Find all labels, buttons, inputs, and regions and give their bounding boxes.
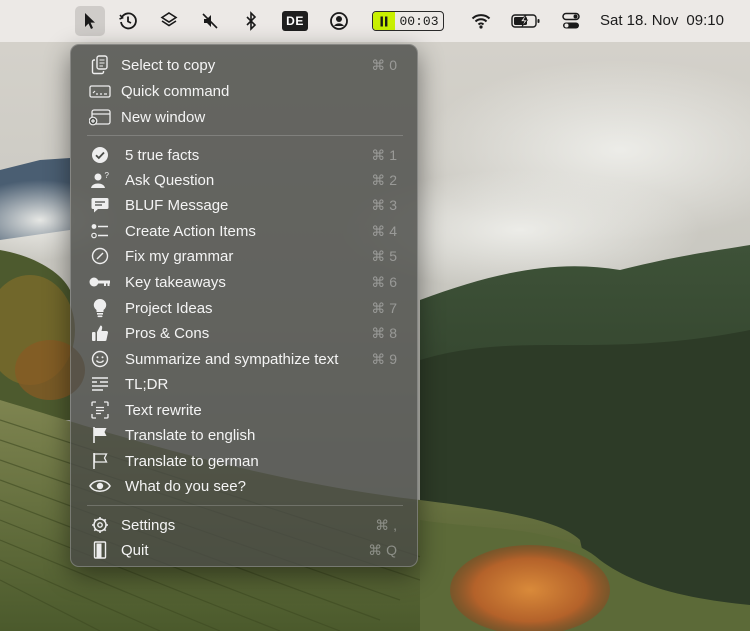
command-prompt-icon <box>89 80 111 102</box>
menubar-date: Sat 18. Nov <box>600 12 679 29</box>
pause-icon[interactable] <box>373 12 395 30</box>
menu-item-5-true-facts[interactable]: 5 true facts ⌘ 1 <box>79 143 411 167</box>
thumbs-up-icon <box>89 322 111 344</box>
text-lines-icon <box>89 373 111 395</box>
menu-item-tldr[interactable]: TL;DR <box>79 372 411 396</box>
menu-bar: DE 00:03 Sat 18. Nov 09:10 <box>0 0 750 42</box>
text-scan-icon <box>89 399 111 421</box>
menu-item-project-ideas[interactable]: Project Ideas ⌘ 7 <box>79 296 411 320</box>
menu-item-label: Translate to english <box>125 426 256 444</box>
person-question-icon: ? <box>89 169 111 191</box>
menu-item-quit[interactable]: Quit ⌘ Q <box>79 538 411 562</box>
menu-item-shortcut: ⌘ 1 <box>371 146 397 163</box>
eye-icon <box>89 475 111 497</box>
menu-item-shortcut: ⌘ 3 <box>371 196 397 213</box>
menu-item-label: Create Action Items <box>125 222 256 240</box>
menu-item-label: Quick command <box>121 82 230 100</box>
flag-filled-icon <box>89 424 111 446</box>
checkmark-circle-icon <box>89 144 111 166</box>
menu-item-summarize-and-sympathize[interactable]: Summarize and sympathize text ⌘ 9 <box>79 347 411 371</box>
menu-item-shortcut: ⌘ 4 <box>371 222 397 239</box>
menu-item-label: Ask Question <box>125 171 215 189</box>
menu-item-label: Pros & Cons <box>125 324 210 342</box>
menu-item-ask-question[interactable]: ? Ask Question ⌘ 2 <box>79 168 411 192</box>
menu-item-label: 5 true facts <box>125 146 200 164</box>
keyboard-layout-badge[interactable]: DE <box>282 11 308 31</box>
menu-item-label: Summarize and sympathize text <box>125 350 339 368</box>
layers-icon[interactable] <box>154 6 184 36</box>
user-account-icon[interactable] <box>324 6 354 36</box>
menu-item-shortcut: ⌘ 8 <box>371 324 397 341</box>
menu-item-translate-to-german[interactable]: Translate to german <box>79 449 411 473</box>
menu-item-shortcut: ⌘ Q <box>368 541 397 558</box>
menu-item-shortcut: ⌘ 5 <box>371 247 397 264</box>
menu-item-label: Fix my grammar <box>125 247 234 265</box>
message-bubble-icon <box>89 194 111 216</box>
timer-widget[interactable]: 00:03 <box>372 11 444 31</box>
menu-item-label: Translate to german <box>125 452 259 470</box>
menu-item-key-takeaways[interactable]: Key takeaways ⌘ 6 <box>79 270 411 294</box>
menu-item-label: BLUF Message <box>125 196 229 214</box>
menu-item-settings[interactable]: Settings ⌘ , <box>79 513 411 537</box>
menu-item-text-rewrite[interactable]: Text rewrite <box>79 398 411 422</box>
timer-value: 00:03 <box>399 13 439 29</box>
menu-item-label: Key takeaways <box>125 273 226 291</box>
menu-item-what-do-you-see[interactable]: What do you see? <box>79 474 411 498</box>
menubar-time: 09:10 <box>686 12 724 29</box>
menu-item-shortcut: ⌘ 6 <box>371 273 397 290</box>
menu-separator <box>87 135 403 136</box>
menu-item-fix-my-grammar[interactable]: Fix my grammar ⌘ 5 <box>79 244 411 268</box>
quit-door-icon <box>89 539 111 561</box>
new-window-icon <box>89 106 111 128</box>
flag-outline-icon <box>89 450 111 472</box>
menu-item-new-window[interactable]: New window <box>79 105 411 129</box>
mute-icon[interactable] <box>195 6 225 36</box>
key-icon <box>89 271 111 293</box>
menu-item-label: Project Ideas <box>125 299 213 317</box>
menubar-clock[interactable]: Sat 18. Nov 09:10 <box>600 12 736 29</box>
menu-item-label: Settings <box>121 516 176 534</box>
smiley-icon <box>89 348 111 370</box>
menu-item-label: Select to copy <box>121 56 216 74</box>
menu-item-label: New window <box>121 108 206 126</box>
menu-item-shortcut: ⌘ 0 <box>371 56 397 73</box>
menu-item-label: TL;DR <box>125 375 169 393</box>
slash-circle-icon <box>89 245 111 267</box>
gear-icon <box>89 514 111 536</box>
menu-item-quick-command[interactable]: Quick command <box>79 79 411 103</box>
svg-text:?: ? <box>105 171 110 180</box>
menu-item-shortcut: ⌘ 9 <box>371 350 397 367</box>
menu-item-label: Text rewrite <box>125 401 202 419</box>
menu-item-create-action-items[interactable]: Create Action Items ⌘ 4 <box>79 219 411 243</box>
control-center-icon[interactable] <box>556 6 586 36</box>
copy-icon <box>89 54 111 76</box>
menu-item-shortcut: ⌘ , <box>375 516 397 533</box>
menu-item-pros-cons[interactable]: Pros & Cons ⌘ 8 <box>79 321 411 345</box>
menu-item-bluf-message[interactable]: BLUF Message ⌘ 3 <box>79 193 411 217</box>
menu-item-shortcut: ⌘ 7 <box>371 299 397 316</box>
menu-item-shortcut: ⌘ 2 <box>371 171 397 188</box>
wifi-icon[interactable] <box>466 6 496 36</box>
menu-item-select-to-copy[interactable]: Select to copy ⌘ 0 <box>79 53 411 77</box>
history-icon[interactable] <box>113 6 143 36</box>
menu-item-label: What do you see? <box>125 477 246 495</box>
bluetooth-icon[interactable] <box>236 6 266 36</box>
menu-separator <box>87 505 403 506</box>
menu-item-translate-to-english[interactable]: Translate to english <box>79 423 411 447</box>
cursor-icon[interactable] <box>75 6 105 36</box>
app-dropdown-menu: Select to copy ⌘ 0 Quick command New win… <box>70 44 418 567</box>
battery-charging-icon[interactable] <box>509 6 543 36</box>
checklist-icon <box>89 220 111 242</box>
menu-item-label: Quit <box>121 541 149 559</box>
lightbulb-icon <box>89 297 111 319</box>
